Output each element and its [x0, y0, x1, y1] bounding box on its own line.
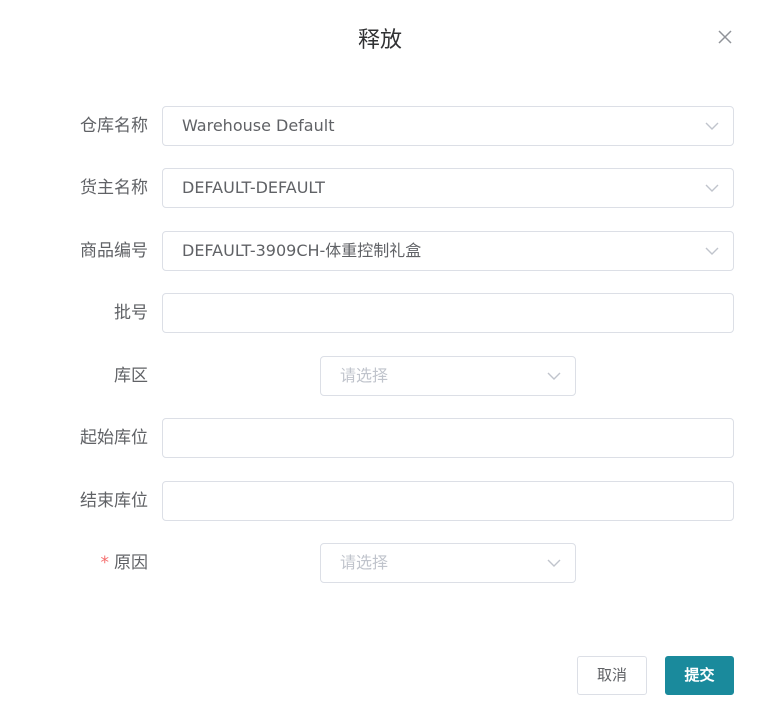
- lot-input[interactable]: [162, 293, 734, 333]
- required-mark: *: [100, 553, 110, 573]
- item-value: DEFAULT-3909CH-体重控制礼盒: [182, 241, 422, 260]
- owner-select[interactable]: DEFAULT-DEFAULT: [162, 168, 734, 208]
- zone-select[interactable]: 请选择: [320, 356, 576, 396]
- reason-select[interactable]: 请选择: [320, 543, 576, 583]
- zone-label: 库区: [114, 366, 148, 386]
- item-label: 商品编号: [80, 241, 148, 261]
- from-location-label: 起始库位: [80, 428, 148, 448]
- lot-label: 批号: [114, 303, 148, 323]
- warehouse-value: Warehouse Default: [182, 116, 335, 135]
- cancel-button[interactable]: 取消: [577, 656, 647, 695]
- release-dialog: 释放 仓库名称 Warehouse Default 货主名称 DEFAULT-D…: [0, 0, 760, 719]
- chevron-down-icon: [705, 122, 719, 130]
- submit-button[interactable]: 提交: [665, 656, 734, 695]
- item-select[interactable]: DEFAULT-3909CH-体重控制礼盒: [162, 231, 734, 271]
- to-location-input[interactable]: [162, 481, 734, 521]
- to-location-label: 结束库位: [80, 491, 148, 511]
- reason-placeholder: 请选择: [340, 553, 389, 572]
- owner-label: 货主名称: [80, 178, 148, 198]
- dialog-title: 释放: [357, 28, 402, 53]
- chevron-down-icon: [705, 247, 719, 255]
- chevron-down-icon: [705, 184, 719, 192]
- from-location-input[interactable]: [162, 418, 734, 458]
- reason-label-row: * 原因: [0, 553, 149, 573]
- chevron-down-icon: [547, 559, 561, 567]
- chevron-down-icon: [547, 372, 561, 380]
- warehouse-label: 仓库名称: [80, 116, 148, 136]
- zone-placeholder: 请选择: [340, 366, 389, 385]
- warehouse-select[interactable]: Warehouse Default: [162, 106, 734, 146]
- owner-value: DEFAULT-DEFAULT: [182, 178, 325, 197]
- reason-label: 原因: [114, 553, 148, 573]
- close-icon[interactable]: [715, 27, 735, 47]
